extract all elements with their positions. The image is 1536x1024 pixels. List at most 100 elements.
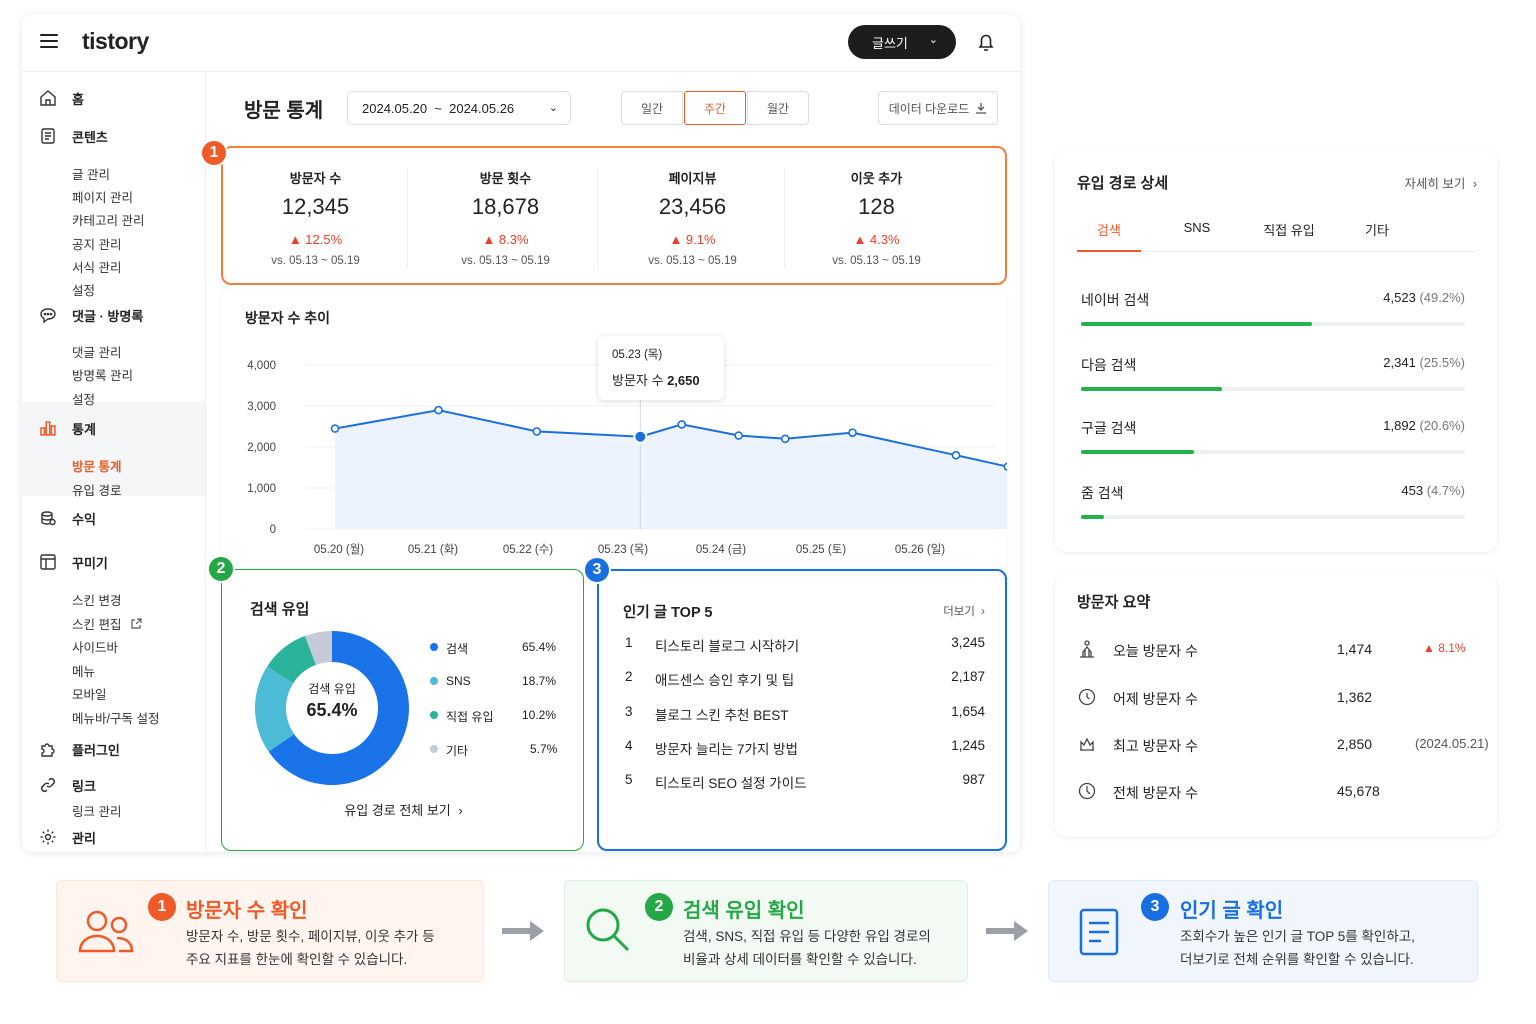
data-point[interactable] xyxy=(677,420,687,429)
sidebar-item-stats[interactable]: 통계 xyxy=(38,418,96,438)
compass-icon xyxy=(1078,782,1096,800)
step-desc: 방문자 수, 방문 횟수, 페이지뷰, 이웃 추가 등 주요 지표를 한눈에 확인… xyxy=(186,925,435,971)
sidebar-item-decorate[interactable]: 꾸미기 xyxy=(38,552,108,572)
visitor-trend-chart: 4,000 3,000 2,000 1,000 0 05.20 (월) 05.21 (화) 0… xyxy=(247,360,1007,556)
legend-row: 검색 65.4% xyxy=(430,640,570,656)
sidebar-subitem[interactable]: 방명록 관리 xyxy=(72,365,133,384)
step-desc-line: 조회수가 높은 인기 글 TOP 5를 확인하고, xyxy=(1180,929,1415,944)
data-point-highlight[interactable] xyxy=(633,429,648,444)
puzzle-icon xyxy=(38,739,58,759)
post-title: 애드센스 승인 후기 및 팁 xyxy=(655,673,795,688)
step-card-2: 2 검색 유입 확인 검색, SNS, 직접 유입 등 다양한 유입 경로의 비율… xyxy=(564,880,968,982)
inflow-all-link[interactable]: 유입 경로 전체 보기 › xyxy=(222,800,585,819)
more-link[interactable]: 더보기 › xyxy=(943,603,985,619)
sidebar-subitem[interactable]: 설정 xyxy=(72,389,95,408)
summary-label: 최고 방문자 수 xyxy=(1113,738,1199,754)
sidebar-subitem[interactable]: 메뉴 xyxy=(72,661,95,680)
sidebar-subitem[interactable]: 링크 관리 xyxy=(72,801,121,820)
download-button[interactable]: 데이터 다운로드 xyxy=(878,91,998,125)
metric-change: ▲ 8.3% xyxy=(482,232,529,247)
data-point[interactable] xyxy=(951,450,961,460)
step-badge-2: 2 xyxy=(207,555,235,583)
period-tab-weekly[interactable]: 주간 xyxy=(684,91,746,125)
step-desc-line: 검색, SNS, 직접 유입 등 다양한 유입 경로의 xyxy=(683,929,931,944)
x-tick-label: 05.22 (수) xyxy=(503,543,553,556)
sidebar-subitem-active[interactable]: 방문 통계 xyxy=(72,456,121,475)
arrow-right-icon xyxy=(986,921,1028,941)
sidebar-item-plugin[interactable]: 플러그인 xyxy=(38,739,120,759)
link-icon xyxy=(38,775,58,795)
source-value: 4,523 (49.2%) xyxy=(1383,290,1465,305)
sidebar-item-label: 링크 xyxy=(72,778,96,794)
write-button[interactable]: 글쓰기 ⌄ xyxy=(848,25,956,59)
tab-direct[interactable]: 직접 유입 xyxy=(1257,220,1321,239)
post-rank: 3 xyxy=(625,704,633,719)
source-value: 453 (4.7%) xyxy=(1401,483,1465,498)
top-bar: tistory 글쓰기 ⌄ xyxy=(22,14,1020,72)
sidebar-item-comments[interactable]: 댓글 · 방명록 xyxy=(38,305,143,325)
sidebar-item-admin[interactable]: 관리 xyxy=(38,827,96,847)
sidebar-subitem[interactable]: 글 관리 xyxy=(72,164,110,183)
sidebar-item-home[interactable]: 홈 xyxy=(38,88,84,108)
y-tick-label: 3,000 xyxy=(247,401,276,413)
detail-more-link[interactable]: 자세히 보기 › xyxy=(1404,173,1477,192)
tab-search[interactable]: 검색 xyxy=(1077,220,1141,252)
data-point[interactable] xyxy=(780,434,790,444)
step-desc-line: 더보기로 전체 순위를 확인할 수 있습니다. xyxy=(1180,952,1414,967)
step-desc: 검색, SNS, 직접 유입 등 다양한 유입 경로의 비율과 상세 데이터를 확… xyxy=(683,925,931,971)
metric-compare: vs. 05.13 ~ 05.19 xyxy=(832,255,921,267)
data-point[interactable] xyxy=(1003,462,1007,471)
tab-other[interactable]: 기타 xyxy=(1345,220,1409,239)
tooltip-value: 2,650 xyxy=(667,373,700,388)
data-point[interactable] xyxy=(330,424,340,433)
sidebar-subitem[interactable]: 모바일 xyxy=(72,684,107,703)
sidebar-subitem[interactable]: 공지 관리 xyxy=(72,234,121,253)
summary-value: 2,850 xyxy=(1337,736,1373,752)
source-count: 453 xyxy=(1401,483,1424,498)
sidebar-item-label: 콘텐츠 xyxy=(72,129,108,145)
data-point[interactable] xyxy=(848,428,857,437)
sidebar-item-label: 통계 xyxy=(72,421,96,437)
sidebar-subitem[interactable]: 메뉴바/구독 설정 xyxy=(72,708,159,727)
source-pct: (25.5%) xyxy=(1419,355,1465,370)
sidebar-subitem[interactable]: 스킨 변경 xyxy=(72,590,121,609)
data-point[interactable] xyxy=(434,405,443,415)
sidebar-item-revenue[interactable]: 수익 xyxy=(38,508,96,528)
donut-center-label: 검색 유입 xyxy=(308,682,356,696)
menu-icon[interactable] xyxy=(40,34,58,48)
search-inflow-card: 검색 유입 검색 유입 65.4% 검색 65.4% SNS 18.7% 직접 … xyxy=(221,569,584,851)
source-name: 네이버 검색 xyxy=(1081,292,1150,308)
sidebar-item-content[interactable]: 콘텐츠 xyxy=(38,126,108,146)
page-title: 방문 통계 xyxy=(244,100,324,122)
date-range-select[interactable]: 2024.05.20 ~ 2024.05.26 ⌄ xyxy=(347,91,571,125)
sidebar-subitem[interactable]: 사이드바 xyxy=(72,637,118,656)
gear-icon xyxy=(38,827,58,847)
y-tick-label: 2,000 xyxy=(247,442,276,454)
sidebar-subitem-skin-edit[interactable]: 스킨 편집 xyxy=(72,614,142,633)
sidebar-subitem[interactable]: 서식 관리 xyxy=(72,257,121,276)
period-tab-daily[interactable]: 일간 xyxy=(621,91,683,125)
sidebar-subitem[interactable]: 유입 경로 xyxy=(72,480,121,499)
source-value: 1,892 (20.6%) xyxy=(1383,418,1465,433)
tab-sns[interactable]: SNS xyxy=(1165,220,1229,235)
sidebar-subitem[interactable]: 댓글 관리 xyxy=(72,342,121,361)
data-point[interactable] xyxy=(532,427,542,436)
sidebar-subitem[interactable]: 카테고리 관리 xyxy=(72,210,144,229)
sidebar-subitem-label: 스킨 편집 xyxy=(72,618,122,632)
x-tick-label: 05.24 (금) xyxy=(696,544,746,556)
document-icon xyxy=(1079,908,1119,956)
data-point[interactable] xyxy=(734,431,743,440)
step-number: 1 xyxy=(148,893,176,921)
sidebar-subitem[interactable]: 설정 xyxy=(72,280,95,299)
legend-name: SNS xyxy=(446,674,471,688)
legend-dot xyxy=(430,643,438,651)
logo[interactable]: tistory xyxy=(82,28,149,55)
sidebar-item-link[interactable]: 링크 xyxy=(38,775,96,795)
period-tab-monthly[interactable]: 월간 xyxy=(747,91,809,125)
y-tick-label: 1,000 xyxy=(247,483,276,495)
bell-icon[interactable] xyxy=(974,30,998,54)
sidebar-subitem[interactable]: 페이지 관리 xyxy=(72,187,133,206)
tooltip-value-row: 방문자 수 2,650 xyxy=(612,370,710,389)
sidebar-item-label: 관리 xyxy=(72,830,96,846)
source-count: 4,523 xyxy=(1383,290,1416,305)
